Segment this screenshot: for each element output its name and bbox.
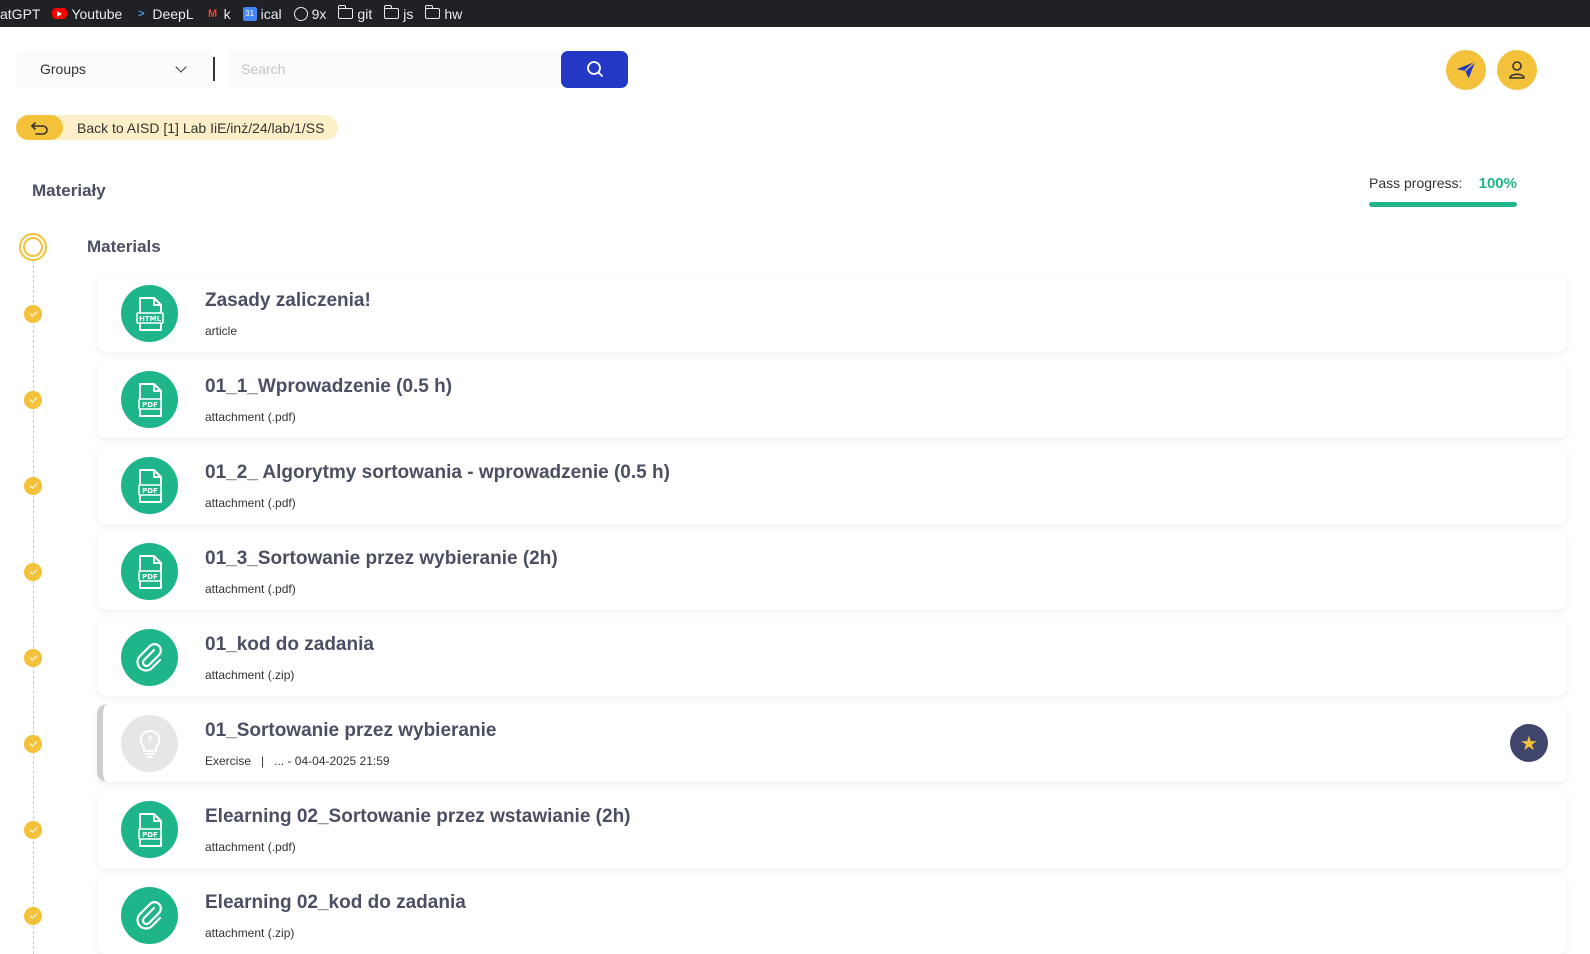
timeline-group-marker <box>19 233 47 261</box>
material-item[interactable]: PDF 01_2_ Algorytmy sortowania - wprowad… <box>97 446 1567 524</box>
progress-bar-fill <box>1369 202 1517 207</box>
bookmark-deepl[interactable]: > DeepL <box>134 6 193 22</box>
material-item[interactable]: 01_kod do zadania attachment (.zip) <box>97 618 1567 696</box>
material-item[interactable]: PDF Elearning 02_Sortowanie przez wstawi… <box>97 790 1567 868</box>
material-title: Zasady zaliczenia! <box>205 290 371 311</box>
page-title: Materiały <box>32 181 106 200</box>
star-icon: ★ <box>1520 732 1538 755</box>
search-divider <box>213 57 215 81</box>
chevron-down-icon <box>175 61 187 73</box>
material-type: attachment (.zip) <box>205 926 295 940</box>
search-icon <box>586 61 603 77</box>
exercise-item[interactable]: ? 01_Sortowanie przez wybieranie Exercis… <box>97 704 1567 782</box>
globe-icon <box>293 6 308 21</box>
material-title: Elearning 02_Sortowanie przez wstawianie… <box>205 806 631 827</box>
timeline-line <box>33 260 34 954</box>
folder-icon <box>424 5 441 19</box>
material-item[interactable]: PDF 01_3_Sortowanie przez wybieranie (2h… <box>97 532 1567 610</box>
top-search-bar: Groups <box>15 50 628 88</box>
gmail-icon: M <box>208 7 218 20</box>
star-button[interactable]: ★ <box>1510 724 1548 762</box>
pass-progress-value: 100% <box>1478 175 1517 192</box>
completed-check-icon <box>24 649 42 667</box>
material-title: Elearning 02_kod do zadania <box>205 892 466 913</box>
bookmark-git[interactable]: git <box>337 5 372 22</box>
exercise-meta: Exercise | ... - 04-04-2025 21:59 <box>205 754 390 768</box>
material-item[interactable]: PDF 01_1_Wprowadzenie (0.5 h) attachment… <box>97 360 1567 438</box>
material-type: attachment (.pdf) <box>205 410 296 424</box>
completed-check-icon <box>24 305 42 323</box>
paper-plane-icon <box>1456 61 1476 79</box>
completed-check-icon <box>24 477 42 495</box>
user-button[interactable] <box>1497 50 1537 90</box>
lightbulb-icon: ? <box>121 715 178 772</box>
search-button[interactable] <box>561 50 628 88</box>
html-file-icon: HTML <box>121 285 178 342</box>
material-type: attachment (.pdf) <box>205 496 296 510</box>
bookmark-chatgpt[interactable]: atGPT <box>0 6 40 22</box>
back-link-label: Back to AISD [1] Lab IiE/inż/24/lab/1/SS <box>77 119 325 136</box>
back-link[interactable]: Back to AISD [1] Lab IiE/inż/24/lab/1/SS <box>16 115 339 140</box>
material-type: attachment (.zip) <box>205 668 295 682</box>
pdf-file-icon: PDF <box>121 457 178 514</box>
youtube-icon <box>52 8 68 19</box>
folder-icon <box>383 5 400 19</box>
material-item[interactable]: Elearning 02_kod do zadania attachment (… <box>97 876 1567 954</box>
material-title: 01_2_ Algorytmy sortowania - wprowadzeni… <box>205 462 670 483</box>
material-title: 01_1_Wprowadzenie (0.5 h) <box>205 376 453 397</box>
pass-progress: Pass progress: 100% <box>1369 175 1517 207</box>
undo-arrow-icon <box>16 115 63 140</box>
pass-progress-label: Pass progress: <box>1369 175 1463 191</box>
completed-check-icon <box>24 907 42 925</box>
exercise-title: 01_Sortowanie przez wybieranie <box>205 720 497 741</box>
pdf-file-icon: PDF <box>121 371 178 428</box>
material-type: attachment (.pdf) <box>205 582 296 596</box>
svg-text:PDF: PDF <box>142 831 158 839</box>
user-icon <box>1509 61 1525 79</box>
pdf-file-icon: PDF <box>121 543 178 600</box>
bookmark-9x[interactable]: 9x <box>293 6 326 22</box>
svg-text:HTML: HTML <box>138 315 161 323</box>
material-type: attachment (.pdf) <box>205 840 296 854</box>
completed-check-icon <box>24 391 42 409</box>
completed-check-icon <box>24 563 42 581</box>
svg-text:PDF: PDF <box>142 487 158 495</box>
paperclip-icon <box>121 887 178 944</box>
group-title: Materials <box>87 237 161 256</box>
progress-bar <box>1369 202 1517 207</box>
bookmark-hw[interactable]: hw <box>424 5 462 22</box>
bookmarks-bar: atGPT Youtube > DeepL Mk 31 ical 9x git js… <box>0 0 1590 27</box>
folder-icon <box>337 5 354 19</box>
groups-dropdown-label: Groups <box>40 61 86 77</box>
svg-text:PDF: PDF <box>142 573 158 581</box>
send-button[interactable] <box>1446 50 1486 90</box>
deepl-icon: > <box>138 7 145 20</box>
completed-check-icon <box>24 821 42 839</box>
bookmark-ical[interactable]: 31 ical <box>242 6 282 22</box>
groups-dropdown[interactable]: Groups <box>15 50 211 88</box>
bookmark-youtube[interactable]: Youtube <box>52 6 122 22</box>
search-input[interactable] <box>227 50 560 88</box>
paperclip-icon <box>121 629 178 686</box>
pdf-file-icon: PDF <box>121 801 178 858</box>
calendar-icon: 31 <box>242 6 257 21</box>
completed-check-icon <box>24 735 42 753</box>
material-type: article <box>205 324 238 338</box>
svg-text:PDF: PDF <box>142 401 158 409</box>
material-item[interactable]: HTML Zasady zaliczenia! article <box>97 274 1567 352</box>
material-title: 01_3_Sortowanie przez wybieranie (2h) <box>205 548 558 569</box>
svg-text:?: ? <box>147 736 152 746</box>
bookmark-gmail[interactable]: Mk <box>206 6 231 22</box>
material-title: 01_kod do zadania <box>205 634 374 655</box>
bookmark-js[interactable]: js <box>383 5 413 22</box>
